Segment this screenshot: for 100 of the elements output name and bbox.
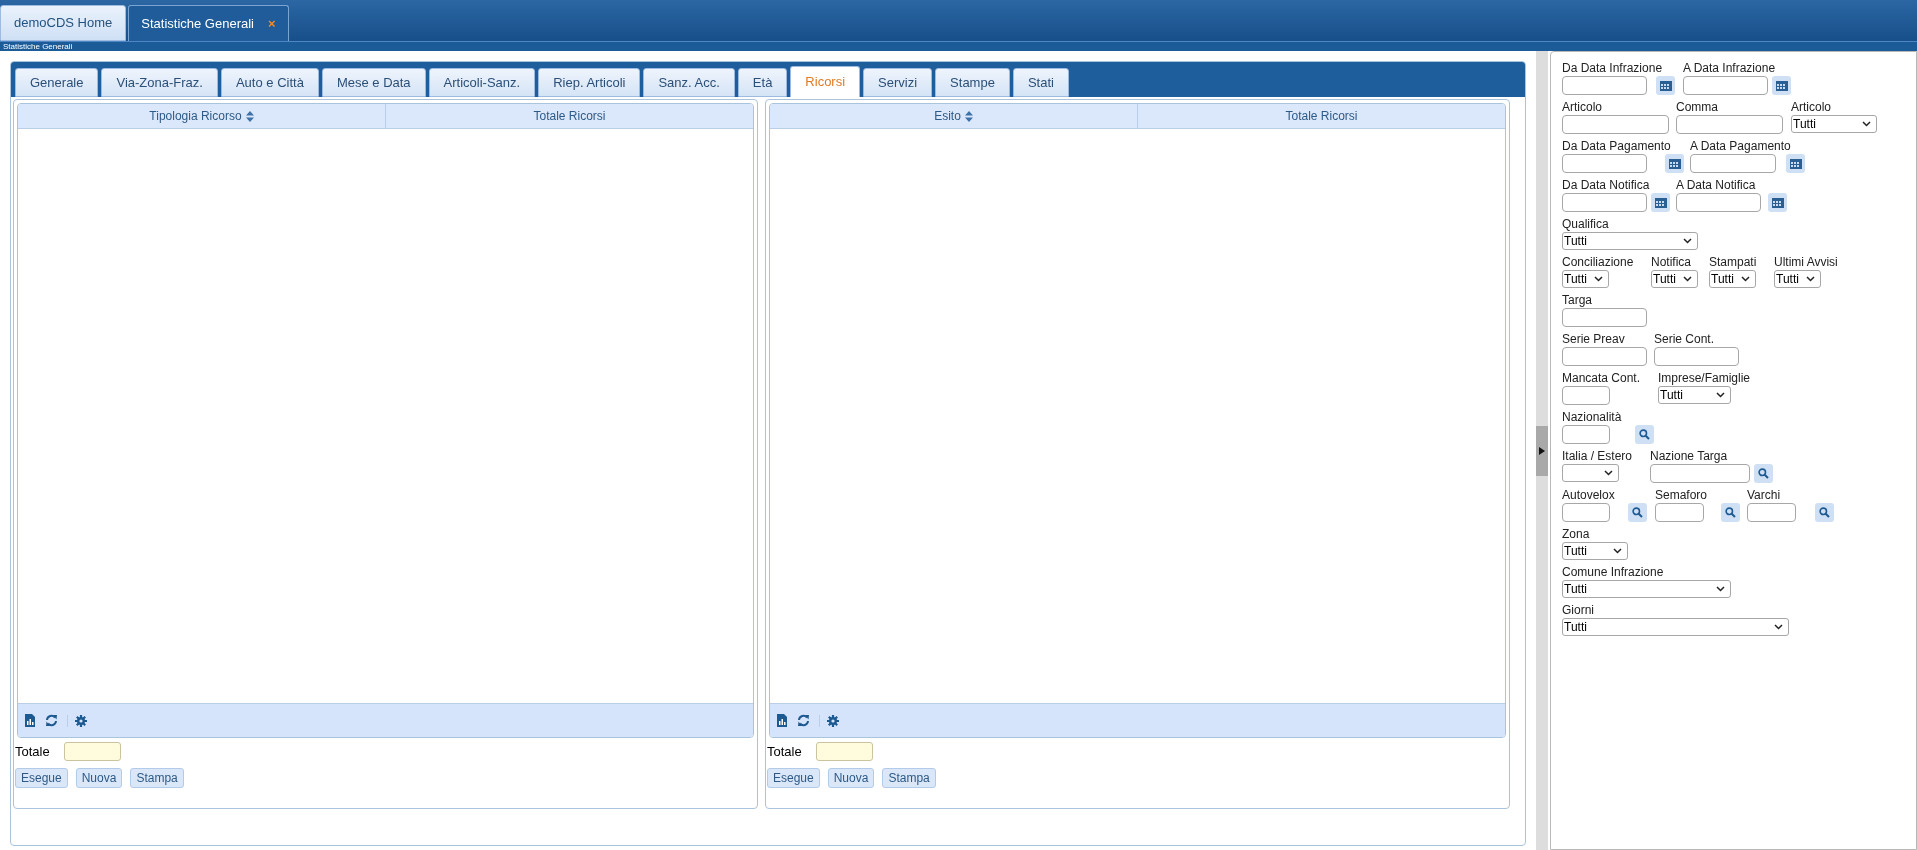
input-field[interactable] [1747, 503, 1796, 522]
dropdown[interactable]: Tutti [1562, 618, 1789, 636]
tab[interactable]: Servizi [863, 68, 933, 97]
field-label: Da Data Pagamento [1562, 138, 1672, 154]
field-label: Conciliazione [1562, 254, 1635, 270]
search-button[interactable] [1754, 464, 1773, 483]
calendar-icon [1789, 158, 1802, 169]
action-button[interactable]: Esegue [15, 767, 68, 788]
field-label: A Data Infrazione [1683, 60, 1777, 76]
settings-icon[interactable] [819, 714, 839, 727]
dropdown[interactable]: Tutti [1562, 232, 1698, 250]
caret-icon [1683, 238, 1692, 244]
calendar-button[interactable] [1772, 76, 1791, 95]
input-field[interactable] [1562, 308, 1647, 327]
tab[interactable]: Articoli-Sanz. [428, 68, 536, 97]
field-label: Da Data Notifica [1562, 177, 1651, 193]
tab[interactable]: Auto e Città [220, 68, 319, 97]
calendar-icon [1668, 158, 1681, 169]
input-field[interactable] [1562, 115, 1669, 134]
search-icon [1632, 507, 1643, 518]
action-button[interactable]: Nuova [827, 767, 875, 788]
input-field[interactable] [1562, 386, 1610, 405]
window-tab[interactable]: Statistiche Generali × [128, 5, 289, 41]
column-header[interactable]: Esito [770, 104, 1137, 128]
caret-icon [1716, 392, 1725, 398]
input-field[interactable] [1562, 193, 1647, 212]
column-header[interactable]: Totale Ricorsi [385, 104, 753, 128]
dropdown[interactable]: Tutti [1562, 542, 1628, 560]
caret-icon [1613, 548, 1622, 554]
search-button[interactable] [1635, 425, 1654, 444]
total-field[interactable] [63, 742, 121, 762]
dropdown[interactable]: Tutti [1658, 386, 1731, 404]
dropdown[interactable]: Tutti [1562, 270, 1609, 288]
dropdown[interactable]: Tutti [1774, 270, 1821, 288]
input-field[interactable] [1562, 154, 1647, 173]
calendar-button[interactable] [1665, 154, 1684, 173]
settings-icon[interactable] [67, 714, 87, 727]
input-field[interactable] [1655, 503, 1704, 522]
input-field[interactable] [1676, 115, 1783, 134]
field-label: Comma [1676, 99, 1719, 115]
tab[interactable]: Età [737, 68, 788, 97]
expand-arrow-icon [1539, 446, 1545, 455]
input-field[interactable] [1683, 76, 1768, 95]
field-label: Da Data Infrazione [1562, 60, 1664, 76]
action-button[interactable]: Stampa [882, 767, 936, 788]
sort-icon [964, 110, 973, 122]
tab[interactable]: Generale [15, 68, 99, 97]
field-label: Varchi [1747, 487, 1782, 503]
calendar-button[interactable] [1786, 154, 1805, 173]
field-label: Stampati [1709, 254, 1758, 270]
input-field[interactable] [1562, 425, 1610, 444]
input-field[interactable] [1650, 464, 1750, 483]
input-field[interactable] [1690, 154, 1776, 173]
field-label: Giorni [1562, 602, 1595, 618]
field-label: Targa [1562, 292, 1594, 308]
field-label: Semaforo [1655, 487, 1709, 503]
tab[interactable]: Mese e Data [321, 68, 426, 97]
field-label: Nazionalità [1562, 409, 1623, 425]
tab[interactable]: Stati [1012, 68, 1069, 97]
column-header[interactable]: Tipologia Ricorso [18, 104, 385, 128]
action-button[interactable]: Nuova [75, 767, 123, 788]
calendar-button[interactable] [1651, 193, 1670, 212]
field-label: Serie Preav [1562, 331, 1626, 347]
export-icon[interactable] [776, 714, 788, 727]
column-header[interactable]: Totale Ricorsi [1137, 104, 1505, 128]
export-icon[interactable] [24, 714, 36, 727]
tab[interactable]: Sanz. Acc. [643, 68, 735, 97]
total-field[interactable] [815, 742, 873, 762]
caret-icon [1806, 276, 1815, 282]
caret-icon [1604, 470, 1613, 476]
dropdown[interactable] [1562, 464, 1619, 482]
dropdown[interactable]: Tutti [1709, 270, 1756, 288]
total-label: Totale [15, 743, 50, 761]
input-field[interactable] [1654, 347, 1739, 366]
search-button[interactable] [1815, 503, 1834, 522]
field-label: Nazione Targa [1650, 448, 1729, 464]
input-field[interactable] [1562, 347, 1647, 366]
dropdown[interactable]: Tutti [1651, 270, 1698, 288]
field-label: Articolo [1791, 99, 1832, 115]
sort-icon [245, 110, 254, 122]
tab[interactable]: Stampe [935, 68, 1010, 97]
window-tab[interactable]: demoCDS Home [0, 5, 127, 41]
tab[interactable]: Via-Zona-Fraz. [101, 68, 218, 97]
search-button[interactable] [1628, 503, 1647, 522]
refresh-icon[interactable] [45, 714, 58, 727]
calendar-button[interactable] [1656, 76, 1675, 95]
action-button[interactable]: Stampa [130, 767, 184, 788]
splitter[interactable] [1536, 51, 1548, 850]
field-label: Qualifica [1562, 216, 1610, 232]
dropdown[interactable]: Tutti [1562, 580, 1731, 598]
input-field[interactable] [1562, 76, 1647, 95]
refresh-icon[interactable] [797, 714, 810, 727]
calendar-button[interactable] [1768, 193, 1787, 212]
search-button[interactable] [1721, 503, 1740, 522]
field-label: Mancata Cont. [1562, 370, 1642, 386]
input-field[interactable] [1676, 193, 1761, 212]
tab[interactable]: Riep. Articoli [538, 68, 641, 97]
action-button[interactable]: Esegue [767, 767, 820, 788]
input-field[interactable] [1562, 503, 1610, 522]
dropdown[interactable]: Tutti [1791, 115, 1877, 133]
